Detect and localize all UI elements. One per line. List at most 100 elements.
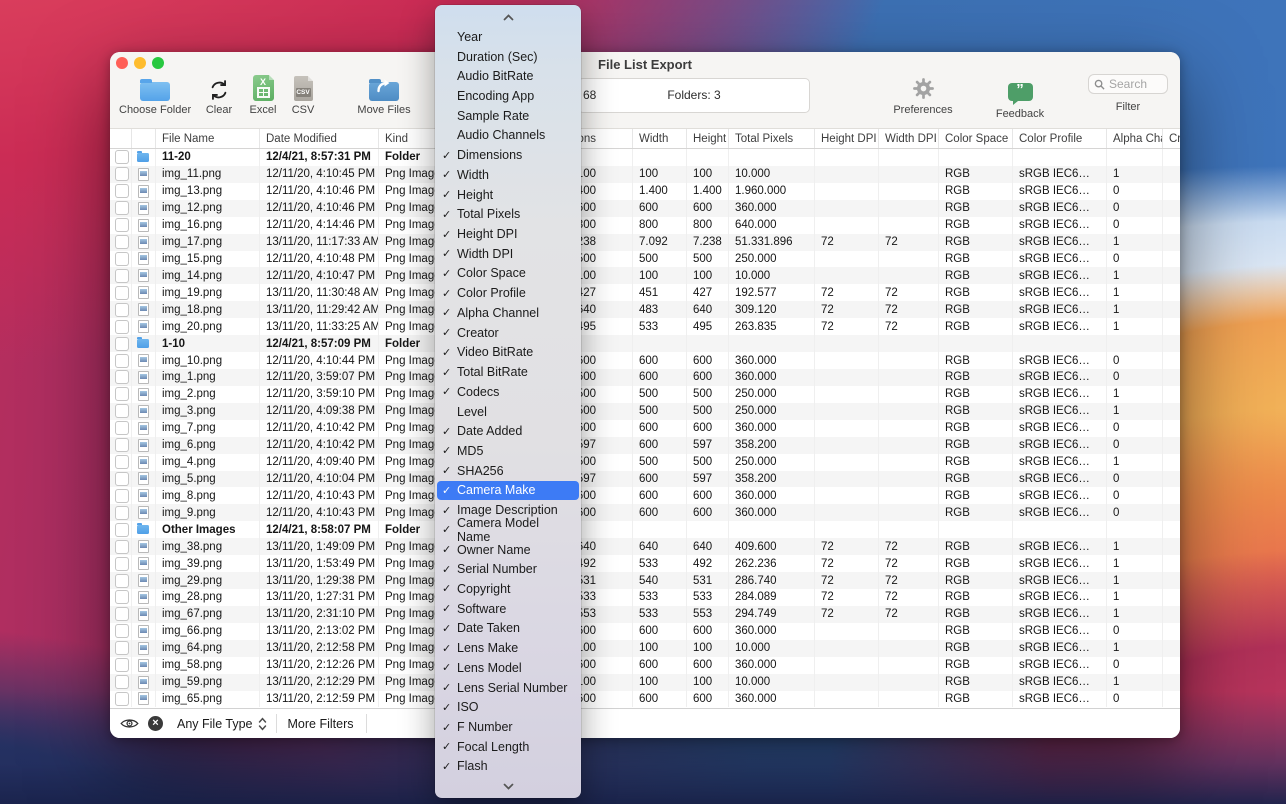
menu-item-dimensions[interactable]: ✓Dimensions xyxy=(435,145,581,165)
table-row[interactable]: img_7.png12/11/20, 4:10:42 PMPng Image60… xyxy=(110,420,1180,437)
row-checkbox[interactable] xyxy=(115,624,129,638)
menu-scroll-down[interactable] xyxy=(435,776,581,796)
row-checkbox[interactable] xyxy=(115,607,129,621)
table-row[interactable]: img_20.png13/11/20, 11:33:25 AMPng Image… xyxy=(110,318,1180,335)
move-files-button[interactable]: Move Files xyxy=(354,73,414,116)
table-row[interactable]: img_38.png13/11/20, 1:49:09 PMPng Image6… xyxy=(110,538,1180,555)
column-header-hdpi[interactable]: Height DPI xyxy=(815,129,879,148)
row-checkbox[interactable] xyxy=(115,557,129,571)
table-row[interactable]: img_5.png12/11/20, 4:10:04 PMPng Image60… xyxy=(110,471,1180,488)
table-row[interactable]: img_12.png12/11/20, 4:10:46 PMPng Image6… xyxy=(110,200,1180,217)
column-header-cspace[interactable]: Color Space xyxy=(939,129,1013,148)
table-row[interactable]: img_3.png12/11/20, 4:09:38 PMPng Image50… xyxy=(110,403,1180,420)
menu-item-total-pixels[interactable]: ✓Total Pixels xyxy=(435,204,581,224)
csv-button[interactable]: CSV CSV xyxy=(283,73,323,116)
column-header-wdpi[interactable]: Width DPI xyxy=(879,129,939,148)
table-row[interactable]: img_19.png13/11/20, 11:30:48 AMPng Image… xyxy=(110,284,1180,301)
table-row[interactable]: img_1.png12/11/20, 3:59:07 PMPng Image60… xyxy=(110,369,1180,386)
row-checkbox[interactable] xyxy=(115,269,129,283)
row-checkbox[interactable] xyxy=(115,320,129,334)
table-row[interactable]: img_39.png13/11/20, 1:53:49 PMPng Image5… xyxy=(110,555,1180,572)
row-checkbox[interactable] xyxy=(115,184,129,198)
table-row[interactable]: 11-2012/4/21, 8:57:31 PMFolder xyxy=(110,149,1180,166)
row-checkbox[interactable] xyxy=(115,252,129,266)
menu-item-color-profile[interactable]: ✓Color Profile xyxy=(435,283,581,303)
table-row[interactable]: img_29.png13/11/20, 1:29:38 PMPng Image5… xyxy=(110,572,1180,589)
file-type-select[interactable]: Any File Type xyxy=(177,717,253,731)
row-checkbox[interactable] xyxy=(115,574,129,588)
column-header-totalpx[interactable]: Total Pixels xyxy=(729,129,815,148)
clear-filter-icon[interactable]: × xyxy=(148,716,163,731)
preferences-button[interactable]: Preferences xyxy=(888,73,958,116)
menu-item-sample-rate[interactable]: Sample Rate xyxy=(435,106,581,126)
table-row[interactable]: img_6.png12/11/20, 4:10:42 PMPng Image60… xyxy=(110,437,1180,454)
menu-item-audio-bitrate[interactable]: Audio BitRate xyxy=(435,66,581,86)
menu-item-owner-name[interactable]: ✓Owner Name xyxy=(435,540,581,560)
menu-item-color-space[interactable]: ✓Color Space xyxy=(435,264,581,284)
menu-item-date-added[interactable]: ✓Date Added xyxy=(435,421,581,441)
menu-item-serial-number[interactable]: ✓Serial Number xyxy=(435,559,581,579)
row-checkbox[interactable] xyxy=(115,218,129,232)
row-checkbox[interactable] xyxy=(115,167,129,181)
row-checkbox[interactable] xyxy=(115,658,129,672)
table-row[interactable]: img_9.png12/11/20, 4:10:43 PMPng Image60… xyxy=(110,504,1180,521)
row-checkbox[interactable] xyxy=(115,303,129,317)
table-row[interactable]: img_67.png13/11/20, 2:31:10 PMPng Image5… xyxy=(110,606,1180,623)
column-header-height[interactable]: Height xyxy=(687,129,729,148)
row-checkbox[interactable] xyxy=(115,455,129,469)
column-header-creator[interactable]: Cr… xyxy=(1163,129,1180,148)
row-checkbox[interactable] xyxy=(115,675,129,689)
row-checkbox[interactable] xyxy=(115,641,129,655)
table-row[interactable]: 1-1012/4/21, 8:57:09 PMFolder xyxy=(110,335,1180,352)
menu-item-audio-channels[interactable]: Audio Channels xyxy=(435,126,581,146)
menu-item-width-dpi[interactable]: ✓Width DPI xyxy=(435,244,581,264)
menu-item-iso[interactable]: ✓ISO xyxy=(435,697,581,717)
table-row[interactable]: img_2.png12/11/20, 3:59:10 PMPng Image50… xyxy=(110,386,1180,403)
menu-item-f-number[interactable]: ✓F Number xyxy=(435,717,581,737)
menu-item-camera-model-name[interactable]: ✓Camera Model Name xyxy=(435,520,581,540)
column-header-alpha[interactable]: Alpha Chan… xyxy=(1107,129,1163,148)
table-row[interactable]: img_16.png12/11/20, 4:14:46 PMPng Image8… xyxy=(110,217,1180,234)
row-checkbox[interactable] xyxy=(115,404,129,418)
menu-item-lens-serial-number[interactable]: ✓Lens Serial Number xyxy=(435,678,581,698)
table-row[interactable]: img_65.png13/11/20, 2:12:59 PMPng Image6… xyxy=(110,691,1180,708)
row-checkbox[interactable] xyxy=(115,370,129,384)
menu-item-height[interactable]: ✓Height xyxy=(435,185,581,205)
table-row[interactable]: img_66.png13/11/20, 2:13:02 PMPng Image6… xyxy=(110,623,1180,640)
table-row[interactable]: img_18.png13/11/20, 11:29:42 AMPng Image… xyxy=(110,301,1180,318)
table-row[interactable]: img_13.png12/11/20, 4:10:46 PMPng Image1… xyxy=(110,183,1180,200)
excel-button[interactable]: X Excel xyxy=(243,73,283,116)
menu-item-video-bitrate[interactable]: ✓Video BitRate xyxy=(435,343,581,363)
row-checkbox[interactable] xyxy=(115,337,129,351)
row-checkbox[interactable] xyxy=(115,150,129,164)
menu-item-lens-make[interactable]: ✓Lens Make xyxy=(435,638,581,658)
menu-item-alpha-channel[interactable]: ✓Alpha Channel xyxy=(435,303,581,323)
clear-button[interactable]: Clear xyxy=(197,73,241,116)
row-checkbox[interactable] xyxy=(115,692,129,706)
table-row[interactable]: Other Images12/4/21, 8:58:07 PMFolder xyxy=(110,521,1180,538)
table-row[interactable]: img_14.png12/11/20, 4:10:47 PMPng Image1… xyxy=(110,267,1180,284)
menu-item-lens-model[interactable]: ✓Lens Model xyxy=(435,658,581,678)
row-checkbox[interactable] xyxy=(115,590,129,604)
row-checkbox[interactable] xyxy=(115,438,129,452)
table-row[interactable]: img_10.png12/11/20, 4:10:44 PMPng Image6… xyxy=(110,352,1180,369)
column-header-cprofile[interactable]: Color Profile xyxy=(1013,129,1107,148)
row-checkbox[interactable] xyxy=(115,472,129,486)
row-checkbox[interactable] xyxy=(115,540,129,554)
menu-item-total-bitrate[interactable]: ✓Total BitRate xyxy=(435,362,581,382)
row-checkbox[interactable] xyxy=(115,201,129,215)
menu-item-copyright[interactable]: ✓Copyright xyxy=(435,579,581,599)
row-checkbox[interactable] xyxy=(115,354,129,368)
chevron-up-down-icon[interactable] xyxy=(258,717,267,731)
column-header-date[interactable]: Date Modified xyxy=(260,129,379,148)
table-row[interactable]: img_4.png12/11/20, 4:09:40 PMPng Image50… xyxy=(110,454,1180,471)
row-checkbox[interactable] xyxy=(115,506,129,520)
menu-item-camera-make[interactable]: ✓Camera Make xyxy=(437,481,579,501)
column-header-width[interactable]: Width xyxy=(633,129,687,148)
search-input[interactable]: Search xyxy=(1088,74,1168,94)
column-header-cb[interactable] xyxy=(110,129,132,148)
menu-item-focal-length[interactable]: ✓Focal Length xyxy=(435,737,581,757)
table-row[interactable]: img_58.png13/11/20, 2:12:26 PMPng Image6… xyxy=(110,657,1180,674)
column-header-name[interactable]: File Name xyxy=(156,129,260,148)
menu-scroll-up[interactable] xyxy=(435,7,581,27)
